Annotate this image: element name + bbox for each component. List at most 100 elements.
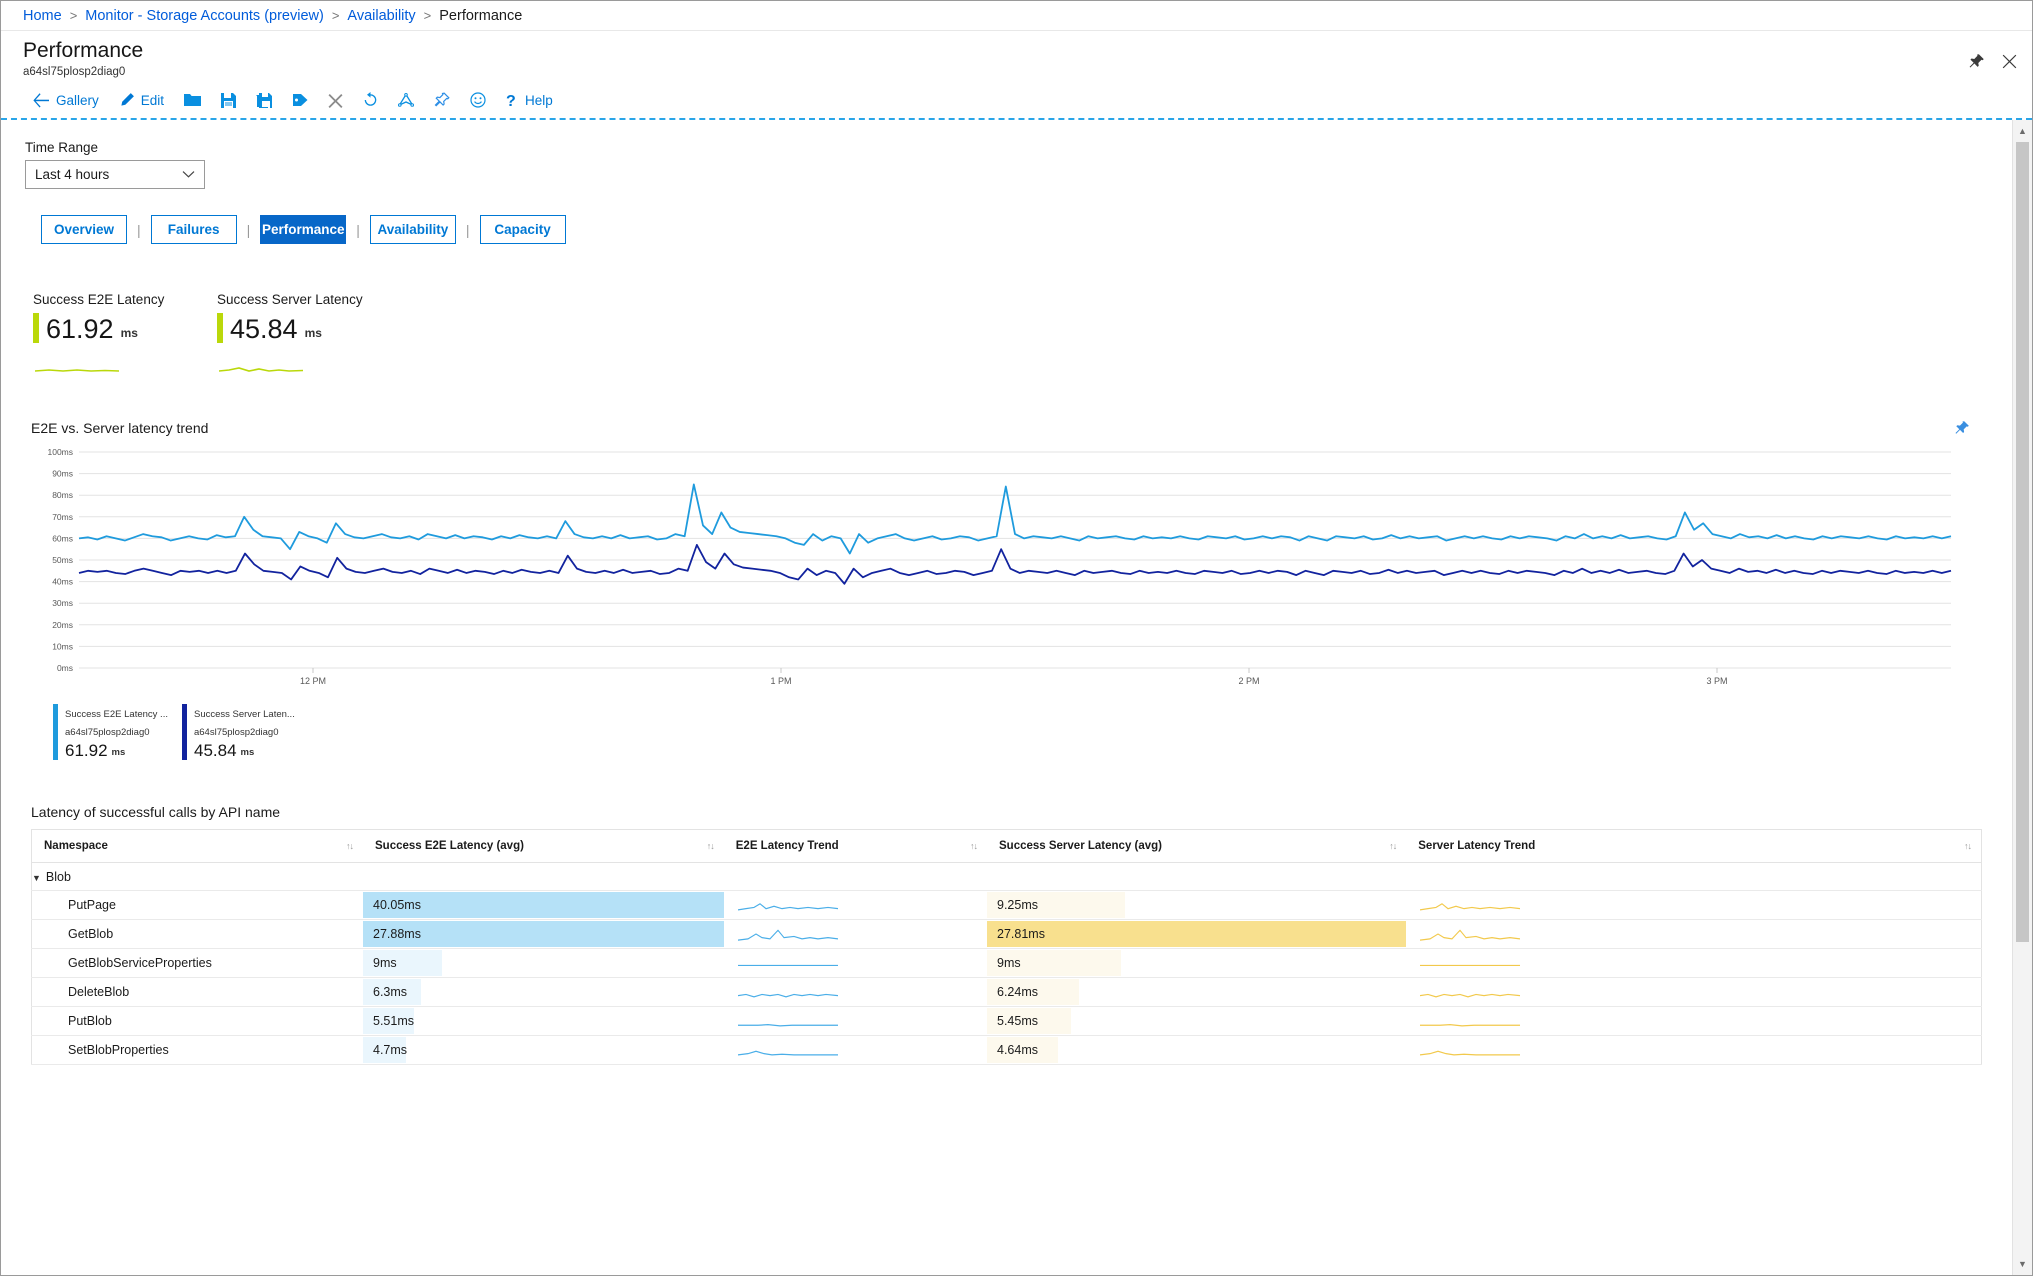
chart-y-tick-label: 30ms xyxy=(52,598,73,608)
chart-pin-icon[interactable] xyxy=(1954,420,1970,436)
legend-item[interactable]: Success Server Laten... a64sl75plosp2diag… xyxy=(181,704,295,760)
breadcrumb-item-monitor-storage-accounts-preview[interactable]: Monitor - Storage Accounts (preview) xyxy=(85,8,324,24)
toolbar-refresh-button[interactable] xyxy=(353,88,388,112)
column-label: Server Latency Trend xyxy=(1418,840,1536,852)
toolbar-save-as-button[interactable] xyxy=(246,89,282,112)
legend-resource-name: a64sl75plosp2diag0 xyxy=(65,727,150,738)
chart-canvas[interactable]: 0ms 10ms 20ms 30ms 40ms 50ms 60ms 70ms 80ms 90ms 1… xyxy=(31,444,1961,694)
tag-icon xyxy=(292,93,308,107)
table-header-namespace[interactable]: Namespace ↑↓ xyxy=(31,829,363,863)
cell-e2e-latency: 4.7ms xyxy=(363,1035,724,1065)
tab-capacity[interactable]: Capacity xyxy=(479,215,566,244)
legend-resource-name: a64sl75plosp2diag0 xyxy=(193,727,279,738)
cell-namespace: PutPage xyxy=(31,890,363,920)
cell-server-latency: 9ms xyxy=(987,948,1407,978)
sort-icon[interactable]: ↑↓ xyxy=(970,841,978,851)
toolbar-share-button[interactable] xyxy=(388,89,424,112)
column-label: Success E2E Latency (avg) xyxy=(375,840,524,852)
cell-server-latency: 6.24ms xyxy=(987,977,1407,1007)
e2e-trend-sparkline xyxy=(737,993,838,998)
scroll-up-button[interactable]: ▲ xyxy=(2013,120,2033,142)
chart-x-tick-label: 2 PM xyxy=(1238,676,1259,686)
server-value: 9ms xyxy=(997,956,1021,970)
cell-e2e-trend xyxy=(723,1035,987,1065)
chart-y-tick-label: 100ms xyxy=(47,447,73,457)
server-value: 4.64ms xyxy=(997,1043,1038,1057)
tab-divider: | xyxy=(356,221,360,238)
tab-availability[interactable]: Availability xyxy=(369,215,456,244)
kpi-title: Success Server Latency xyxy=(217,292,363,307)
kpi-value: 61.92 xyxy=(46,314,114,344)
breadcrumb-item-availability[interactable]: Availability xyxy=(347,8,415,24)
legend-item[interactable]: Success E2E Latency ... a64sl75plosp2diag… xyxy=(53,704,168,760)
table-group-row[interactable]: ▼ Blob xyxy=(31,862,1982,891)
tab-failures[interactable]: Failures xyxy=(150,215,237,244)
time-range-label: Time Range xyxy=(25,140,99,155)
sort-icon[interactable]: ↑↓ xyxy=(346,841,354,851)
cell-namespace: GetBlob xyxy=(31,919,363,949)
close-icon[interactable] xyxy=(2001,53,2018,70)
cell-e2e-latency: 27.88ms xyxy=(363,919,724,949)
toolbar-smiley-button[interactable] xyxy=(460,88,496,112)
table-row[interactable]: PutBlob 5.51ms 5.45ms xyxy=(31,1006,1982,1036)
table-header-e2e-latency-trend[interactable]: E2E Latency Trend ↑↓ xyxy=(723,829,987,863)
kpi-tile: Success Server Latency 45.84 ms xyxy=(217,292,363,380)
time-range-select[interactable]: Last 4 hours xyxy=(25,160,205,189)
legend-value: 45.84 xyxy=(193,741,237,760)
chart-y-tick-label: 20ms xyxy=(52,620,73,630)
table-head: Namespace ↑↓ Success E2E Latency (avg) ↑↓ E2… xyxy=(31,829,1982,863)
kpi-sparkline xyxy=(218,367,304,372)
toolbar-folder-button[interactable] xyxy=(174,89,211,111)
scrollbar-thumb[interactable] xyxy=(2016,142,2029,942)
toolbar-edit-button[interactable]: Edit xyxy=(109,88,174,112)
tab-divider: | xyxy=(246,221,251,238)
toolbar-save-button[interactable] xyxy=(211,89,246,112)
back-arrow-icon xyxy=(33,92,50,108)
pin-icon xyxy=(434,92,450,108)
page-body: Time Range Last 4 hours Overview | Failure… xyxy=(1,120,2032,1275)
toolbar-help-button[interactable]: ? Help xyxy=(496,88,563,112)
toolbar-gallery-button[interactable]: Gallery xyxy=(23,89,109,112)
vertical-scrollbar[interactable]: ▲ ▼ xyxy=(2012,120,2032,1275)
tab-overview[interactable]: Overview xyxy=(41,215,127,244)
table-row[interactable]: SetBlobProperties 4.7ms 4.64ms xyxy=(31,1035,1982,1065)
page-header: Performance a64sl75plosp2diag0 xyxy=(1,31,2032,84)
table-row[interactable]: PutPage 40.05ms 9.25ms xyxy=(31,890,1982,920)
toolbar-button-label: Edit xyxy=(140,92,165,108)
cell-server-trend xyxy=(1406,948,1982,978)
breadcrumb: Home > Monitor - Storage Accounts (preview… xyxy=(1,1,2032,31)
kpi-unit: ms xyxy=(120,326,138,340)
expand-caret-icon[interactable]: ▼ xyxy=(32,873,41,883)
legend-unit: ms xyxy=(111,747,126,758)
tab-performance[interactable]: Performance xyxy=(260,215,347,244)
table-header-success-e2e-latency-avg[interactable]: Success E2E Latency (avg) ↑↓ xyxy=(363,829,724,863)
table-header-server-latency-trend[interactable]: Server Latency Trend ↑↓ xyxy=(1406,829,1982,863)
breadcrumb-separator: > xyxy=(69,8,78,23)
server-trend-sparkline xyxy=(1420,903,1521,911)
sort-icon[interactable]: ↑↓ xyxy=(1964,841,1972,851)
sort-icon[interactable]: ↑↓ xyxy=(1389,841,1397,851)
scroll-down-button[interactable]: ▼ xyxy=(2013,1253,2033,1275)
cell-e2e-latency: 9ms xyxy=(363,948,724,978)
cell-namespace: SetBlobProperties xyxy=(31,1035,363,1065)
azure-monitor-window: Home > Monitor - Storage Accounts (preview… xyxy=(0,0,2033,1276)
table-row[interactable]: DeleteBlob 6.3ms 6.24ms xyxy=(31,977,1982,1007)
chart-legend: Success E2E Latency ... a64sl75plosp2diag… xyxy=(53,704,2012,760)
table-row[interactable]: GetBlob 27.88ms 27.81ms xyxy=(31,919,1982,949)
toolbar-pin-button[interactable] xyxy=(424,88,460,112)
scrollable-content: Time Range Last 4 hours Overview | Failure… xyxy=(1,120,2012,1275)
table-header-success-server-latency-avg[interactable]: Success Server Latency (avg) ↑↓ xyxy=(987,829,1407,863)
tab-divider: | xyxy=(465,221,470,238)
breadcrumb-item-home[interactable]: Home xyxy=(23,8,62,24)
toolbar-close-x-button[interactable] xyxy=(318,89,353,112)
table-header-row: Namespace ↑↓ Success E2E Latency (avg) ↑↓ E2… xyxy=(31,829,1982,863)
toolbar-tag-button[interactable] xyxy=(282,89,318,111)
chevron-down-icon xyxy=(182,171,195,178)
table-row[interactable]: GetBlobServiceProperties 9ms 9ms xyxy=(31,948,1982,978)
pin-icon[interactable] xyxy=(1968,53,1985,70)
sort-icon[interactable]: ↑↓ xyxy=(707,841,715,851)
breadcrumb-separator: > xyxy=(423,8,432,23)
cell-e2e-latency: 40.05ms xyxy=(363,890,724,920)
save-as-icon xyxy=(256,92,273,108)
table-title: Latency of successful calls by API name xyxy=(31,804,281,820)
